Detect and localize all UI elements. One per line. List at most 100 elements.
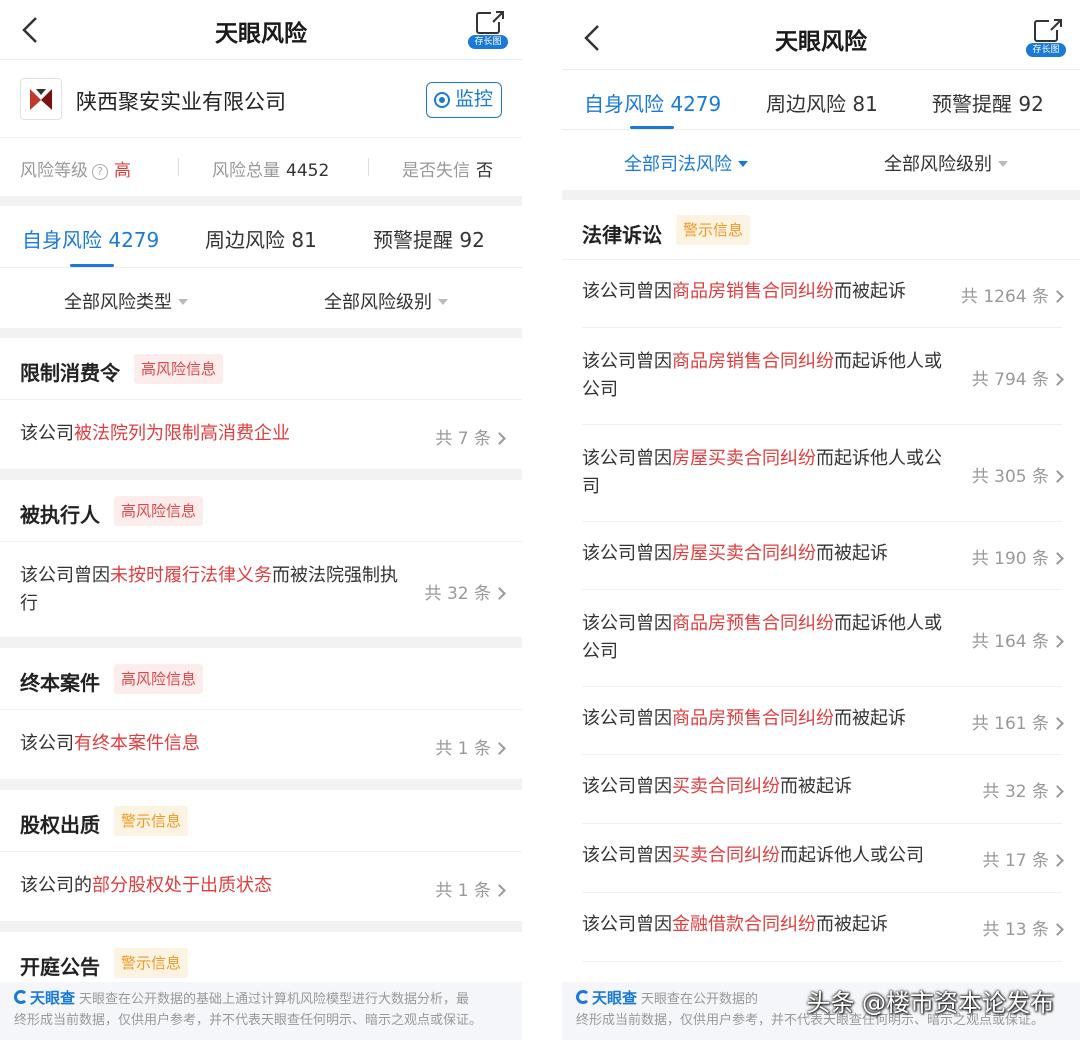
risk-row-count: 共 305 条 xyxy=(971,462,1064,487)
risk-tabs: 自身风险 4279 周边风险 81 预警提醒 92 xyxy=(0,206,522,268)
risk-row[interactable]: 该公司曾因房屋买卖合同纠纷而起诉他人或公司 共 305 条 xyxy=(582,425,1064,522)
tianyancha-logo-icon xyxy=(14,990,28,1004)
chevron-right-icon xyxy=(1051,785,1064,798)
risk-row-text: 该公司曾因商品房预售合同纠纷而被起诉 xyxy=(582,705,906,733)
dishonest-value: 否 xyxy=(476,161,493,181)
tab-warning[interactable]: 预警提醒 92 xyxy=(932,88,1044,117)
risk-row-text: 该公司曾因商品房销售合同纠纷而被起诉 xyxy=(582,278,906,306)
count-text: 共 305 条 xyxy=(971,467,1049,487)
chevron-right-icon xyxy=(493,587,506,600)
section-header: 法律诉讼 警示信息 xyxy=(562,200,1080,260)
section-divider xyxy=(0,196,522,206)
risk-row[interactable]: 该公司曾因未按时履行法律义务而被法院强制执行 共 32 条 xyxy=(0,542,522,638)
filter-risk-level[interactable]: 全部风险级别 xyxy=(324,288,448,314)
risk-row-text: 该公司曾因未按时履行法律义务而被法院强制执行 xyxy=(20,562,400,618)
question-icon[interactable]: ? xyxy=(92,164,108,180)
tab-own-risk[interactable]: 自身风险 4279 xyxy=(22,224,159,253)
filter-judicial-risk[interactable]: 全部司法风险 xyxy=(624,150,748,176)
risk-row[interactable]: 该公司曾因金融借款合同纠纷而被起诉 共 13 条 xyxy=(582,893,1064,962)
section-divider xyxy=(562,190,1080,200)
risk-row-highlight: 房屋买卖合同纠纷 xyxy=(672,543,816,564)
risk-row-prefix: 该公司曾因 xyxy=(582,708,672,729)
chevron-right-icon xyxy=(493,742,506,755)
risk-row[interactable]: 该公司曾因商品房销售合同纠纷而起诉他人或公司 共 794 条 xyxy=(582,328,1064,425)
page-title: 天眼风险 xyxy=(215,21,307,47)
count-text: 共 32 条 xyxy=(424,584,491,604)
tab-indicator xyxy=(70,264,114,267)
section-title: 开庭公告 xyxy=(20,955,100,979)
risk-badge: 高风险信息 xyxy=(114,496,204,526)
nav-bar: 天眼风险 存长图 xyxy=(0,0,522,60)
risk-row[interactable]: 该公司曾因买卖合同纠纷而起诉他人或公司 共 17 条 xyxy=(582,824,1064,893)
risk-row-text: 该公司被法院列为限制高消费企业 xyxy=(20,420,290,448)
section-title: 法律诉讼 xyxy=(582,223,662,247)
risk-row[interactable]: 该公司被法院列为限制高消费企业 共 7 条 xyxy=(0,400,522,470)
section-divider xyxy=(0,922,522,932)
risk-row-text: 该公司曾因买卖合同纠纷而起诉他人或公司 xyxy=(582,842,924,870)
tab-indicator xyxy=(630,126,674,129)
filter-bar: 全部风险类型 全部风险级别 xyxy=(0,268,522,328)
risk-row-highlight: 有终本案件信息 xyxy=(74,733,200,754)
caret-down-icon xyxy=(998,161,1008,167)
risk-row-count: 共 161 条 xyxy=(971,709,1064,734)
risk-row-suffix: 而起诉他人或公司 xyxy=(780,845,924,866)
risk-level-value: 高 xyxy=(114,161,131,181)
tab-surrounding-risk[interactable]: 周边风险 81 xyxy=(205,224,317,253)
risk-row-highlight: 金融借款合同纠纷 xyxy=(672,914,816,935)
warning-badge: 警示信息 xyxy=(676,215,751,245)
count-text: 共 161 条 xyxy=(971,714,1049,734)
risk-row-highlight: 买卖合同纠纷 xyxy=(672,776,780,797)
share-label: 存长图 xyxy=(468,35,508,49)
left-screen: 天眼风险 存长图 陕西聚安实业有限公司 监控 风险等级? 高 风险总量 4452 是… xyxy=(0,0,522,1040)
chevron-right-icon xyxy=(1051,470,1064,483)
risk-row-highlight: 商品房预售合同纠纷 xyxy=(672,708,834,729)
risk-total-value: 4452 xyxy=(286,161,330,181)
risk-row[interactable]: 该公司曾因商品房预售合同纠纷而起诉他人或公司 共 164 条 xyxy=(582,590,1064,687)
section-title: 股权出质 xyxy=(20,813,100,837)
monitor-button[interactable]: 监控 xyxy=(426,82,502,118)
count-text: 共 1264 条 xyxy=(960,287,1049,307)
tab-surrounding-risk[interactable]: 周边风险 81 xyxy=(766,88,878,117)
disclaimer-text-1: 天眼查在公开数据的 xyxy=(641,992,759,1007)
section-header: 股权出质 警示信息 xyxy=(0,790,522,852)
chevron-right-icon xyxy=(1051,717,1064,730)
risk-row[interactable]: 该公司曾因买卖合同纠纷而被起诉 共 32 条 xyxy=(582,755,1064,824)
count-text: 共 17 条 xyxy=(982,851,1049,871)
filter-risk-level[interactable]: 全部风险级别 xyxy=(884,150,1008,176)
eye-icon xyxy=(434,92,450,108)
chevron-right-icon xyxy=(493,432,506,445)
risk-row-prefix: 该公司曾因 xyxy=(582,613,672,634)
share-arrow-icon xyxy=(491,10,505,23)
chevron-right-icon xyxy=(1051,854,1064,867)
risk-row[interactable]: 该公司有终本案件信息 共 1 条 xyxy=(0,710,522,780)
risk-row[interactable]: 该公司曾因房屋买卖合同纠纷而被起诉 共 190 条 xyxy=(582,522,1064,590)
filter-risk-type[interactable]: 全部风险类型 xyxy=(64,288,188,314)
page-title: 天眼风险 xyxy=(775,29,867,55)
risk-row[interactable]: 该公司曾因商品房预售合同纠纷而被起诉 共 161 条 xyxy=(582,687,1064,755)
risk-row-count: 共 32 条 xyxy=(983,777,1064,802)
risk-row-highlight: 部分股权处于出质状态 xyxy=(92,875,272,896)
section-header: 限制消费令 高风险信息 xyxy=(0,338,522,400)
tab-warning[interactable]: 预警提醒 92 xyxy=(373,224,485,253)
risk-level-label: 风险等级 xyxy=(20,161,88,181)
count-text: 共 13 条 xyxy=(982,920,1049,940)
chevron-right-icon xyxy=(493,884,506,897)
risk-stats: 风险等级? 高 风险总量 4452 是否失信否 xyxy=(0,138,522,196)
risk-row-highlight: 商品房预售合同纠纷 xyxy=(672,613,834,634)
risk-row-prefix: 该公司的 xyxy=(20,875,92,896)
section-divider xyxy=(0,780,522,790)
risk-badge: 高风险信息 xyxy=(114,664,204,694)
share-button[interactable]: 存长图 xyxy=(1026,18,1066,58)
share-button[interactable]: 存长图 xyxy=(468,10,508,50)
risk-row[interactable]: 该公司的部分股权处于出质状态 共 1 条 xyxy=(0,852,522,922)
risk-row-count: 共 1 条 xyxy=(435,734,506,759)
tab-own-risk[interactable]: 自身风险 4279 xyxy=(584,88,721,117)
risk-row-highlight: 未按时履行法律义务 xyxy=(110,565,272,586)
risk-row-count: 共 17 条 xyxy=(982,846,1064,871)
dishonest-status: 是否失信否 xyxy=(402,156,493,181)
risk-row[interactable]: 该公司曾因商品房销售合同纠纷而被起诉 共 1264 条 xyxy=(582,260,1064,328)
chevron-right-icon xyxy=(1051,290,1064,303)
chevron-right-icon xyxy=(1051,923,1064,936)
risk-row-count: 共 190 条 xyxy=(972,544,1064,569)
risk-row-text: 该公司曾因商品房销售合同纠纷而起诉他人或公司 xyxy=(582,348,942,404)
